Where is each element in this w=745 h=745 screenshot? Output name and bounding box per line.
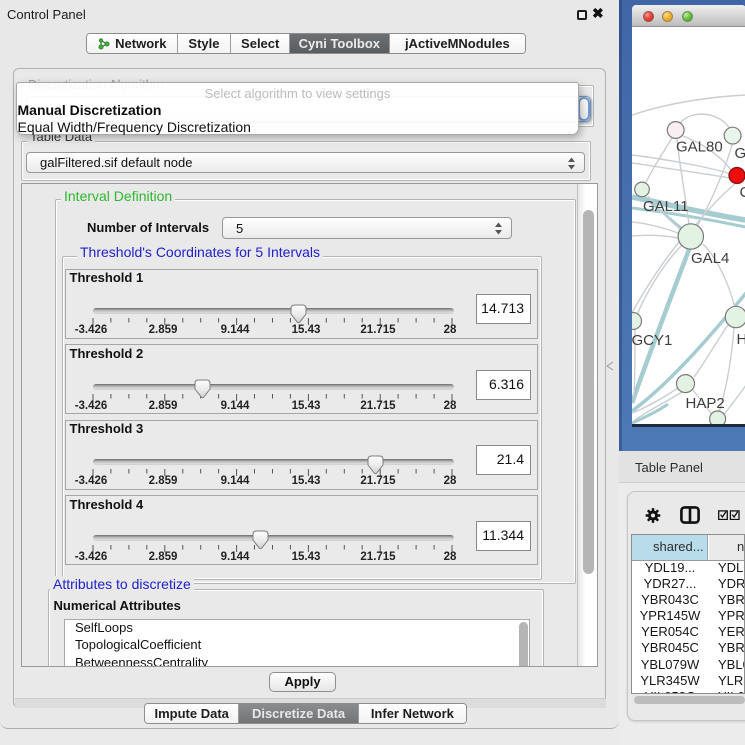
svg-text:GAL11: GAL11 bbox=[643, 198, 689, 215]
svg-text:GA: GA bbox=[734, 145, 745, 162]
svg-text:GAL80: GAL80 bbox=[676, 139, 723, 156]
svg-text:H: H bbox=[736, 331, 745, 348]
svg-text:GAL4: GAL4 bbox=[691, 250, 729, 267]
svg-text:GCY1: GCY1 bbox=[632, 332, 672, 349]
svg-text:C: C bbox=[739, 184, 745, 201]
svg-text:HAP2: HAP2 bbox=[685, 395, 724, 412]
